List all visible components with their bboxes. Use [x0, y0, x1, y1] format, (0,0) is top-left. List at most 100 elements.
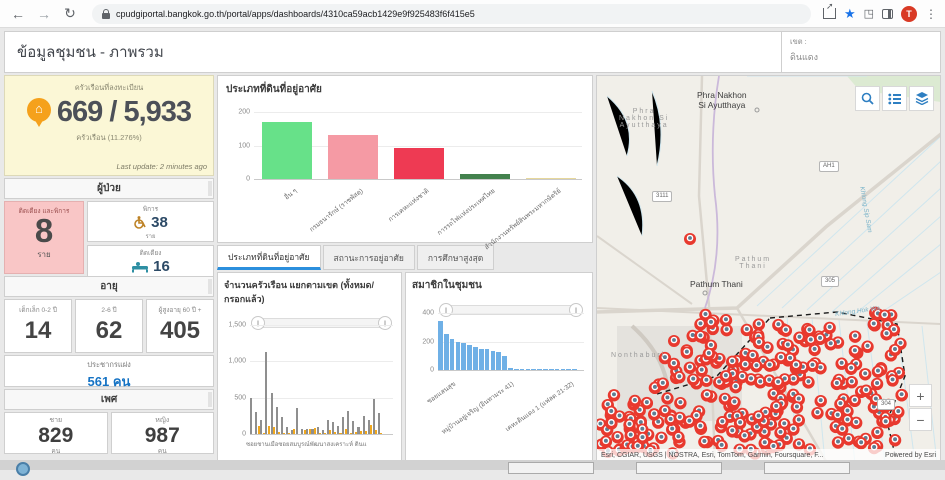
map-marker[interactable]	[871, 427, 883, 439]
land-type-bar-4[interactable]	[526, 178, 576, 179]
map-marker[interactable]	[684, 362, 696, 374]
map-marker[interactable]	[806, 359, 818, 371]
members-bar-10[interactable]	[496, 352, 501, 370]
map-marker[interactable]	[831, 378, 843, 390]
households-bar-total-0[interactable]	[250, 398, 252, 434]
map-marker[interactable]	[683, 415, 695, 427]
members-bar-22[interactable]	[566, 369, 571, 370]
map-marker[interactable]	[623, 419, 635, 431]
map-marker[interactable]	[655, 432, 667, 444]
tab-0[interactable]: ประเภทที่ดินที่อยู่อาศัย	[217, 245, 321, 270]
members-bar-8[interactable]	[485, 349, 490, 370]
map-marker[interactable]	[752, 410, 764, 422]
map-marker[interactable]	[772, 376, 784, 388]
map-marker[interactable]	[657, 378, 669, 390]
members-bar-14[interactable]	[520, 369, 525, 370]
map-marker[interactable]	[701, 389, 713, 401]
map-marker[interactable]	[846, 376, 858, 388]
map-marker[interactable]	[774, 427, 786, 439]
map-marker[interactable]	[648, 408, 660, 420]
members-bar-6[interactable]	[473, 347, 478, 371]
map-marker[interactable]	[889, 434, 901, 446]
map-marker[interactable]	[895, 389, 907, 401]
members-bar-3[interactable]	[456, 342, 461, 371]
map-marker[interactable]	[861, 341, 873, 353]
map-marker[interactable]	[832, 436, 844, 448]
map-marker[interactable]	[673, 371, 685, 383]
map-marker[interactable]	[889, 344, 901, 356]
menu-kebab-icon[interactable]: ⋮	[925, 7, 937, 21]
members-bar-16[interactable]	[531, 369, 536, 370]
map-layers-button[interactable]	[909, 86, 934, 111]
map-marker[interactable]	[705, 317, 717, 329]
members-bar-9[interactable]	[491, 351, 496, 370]
map-marker[interactable]	[770, 401, 782, 413]
members-bar-0[interactable]	[438, 321, 443, 370]
map-marker[interactable]	[860, 385, 872, 397]
map-marker[interactable]	[716, 416, 728, 428]
map-marker[interactable]	[787, 423, 799, 435]
map-marker[interactable]	[734, 417, 746, 429]
back-icon[interactable]: ←	[8, 6, 28, 22]
zoom-out-button[interactable]: −	[909, 408, 932, 431]
share-icon[interactable]	[823, 8, 836, 19]
members-bar-21[interactable]	[561, 369, 566, 370]
map-marker[interactable]	[687, 373, 699, 385]
map-marker[interactable]	[802, 376, 814, 388]
map-marker[interactable]	[791, 401, 803, 413]
members-bar-20[interactable]	[555, 369, 560, 370]
map-marker[interactable]	[823, 322, 835, 334]
map-marker[interactable]	[763, 359, 775, 371]
land-type-bar-0[interactable]	[262, 122, 312, 179]
map-marker[interactable]	[694, 330, 706, 342]
map-marker[interactable]	[726, 356, 738, 368]
forward-icon[interactable]: →	[34, 6, 54, 22]
map-marker[interactable]	[720, 314, 732, 326]
map-marker[interactable]	[636, 432, 648, 444]
map-marker[interactable]	[672, 431, 684, 443]
map-marker[interactable]	[738, 430, 750, 442]
members-bar-1[interactable]	[444, 334, 449, 370]
map-search-button[interactable]	[855, 86, 880, 111]
map-marker[interactable]	[836, 423, 848, 435]
members-bar-19[interactable]	[549, 369, 554, 370]
map-marker[interactable]	[845, 363, 857, 375]
map-marker[interactable]	[793, 332, 805, 344]
url-bar[interactable]: cpudgiportal.bangkok.go.th/portal/apps/d…	[92, 4, 811, 24]
map-legend-button[interactable]	[882, 86, 907, 111]
map-marker[interactable]	[782, 339, 794, 351]
members-bar-5[interactable]	[467, 345, 472, 370]
map-marker[interactable]	[780, 324, 792, 336]
extensions-icon[interactable]: ◳	[864, 7, 874, 20]
bookmark-star-icon[interactable]: ★	[844, 6, 856, 22]
members-bar-13[interactable]	[514, 369, 519, 370]
members-bar-2[interactable]	[450, 339, 455, 370]
map-marker[interactable]	[600, 436, 612, 448]
households-bar-total-5[interactable]	[276, 407, 278, 434]
tab-1[interactable]: สถานะการอยู่อาศัย	[323, 245, 415, 270]
map-marker[interactable]	[849, 395, 861, 407]
map-marker[interactable]	[850, 417, 862, 429]
map-marker[interactable]	[684, 233, 696, 245]
members-bar-11[interactable]	[502, 356, 507, 370]
map-marker[interactable]	[790, 359, 802, 371]
map-marker[interactable]	[659, 405, 671, 417]
tab-2[interactable]: การศึกษาสูงสุด	[417, 245, 494, 270]
map-marker[interactable]	[750, 360, 762, 372]
households-bar-total-25[interactable]	[378, 413, 380, 434]
map-marker[interactable]	[775, 352, 787, 364]
households-bar-total-6[interactable]	[281, 417, 283, 434]
map-marker[interactable]	[694, 420, 706, 432]
members-bar-18[interactable]	[543, 369, 548, 370]
members-bar-12[interactable]	[508, 368, 513, 370]
households-bar-total-9[interactable]	[296, 408, 298, 434]
members-bar-4[interactable]	[461, 343, 466, 370]
map-panel[interactable]: Phra Nakhon Si Ayutthaya Phra Nakhon Si …	[596, 75, 941, 462]
map-marker[interactable]	[681, 346, 693, 358]
map-marker[interactable]	[703, 348, 715, 360]
map-marker[interactable]	[728, 396, 740, 408]
map-marker[interactable]	[834, 398, 846, 410]
map-marker[interactable]	[849, 330, 861, 342]
members-bar-15[interactable]	[526, 369, 531, 370]
side-panel-icon[interactable]	[882, 9, 893, 19]
